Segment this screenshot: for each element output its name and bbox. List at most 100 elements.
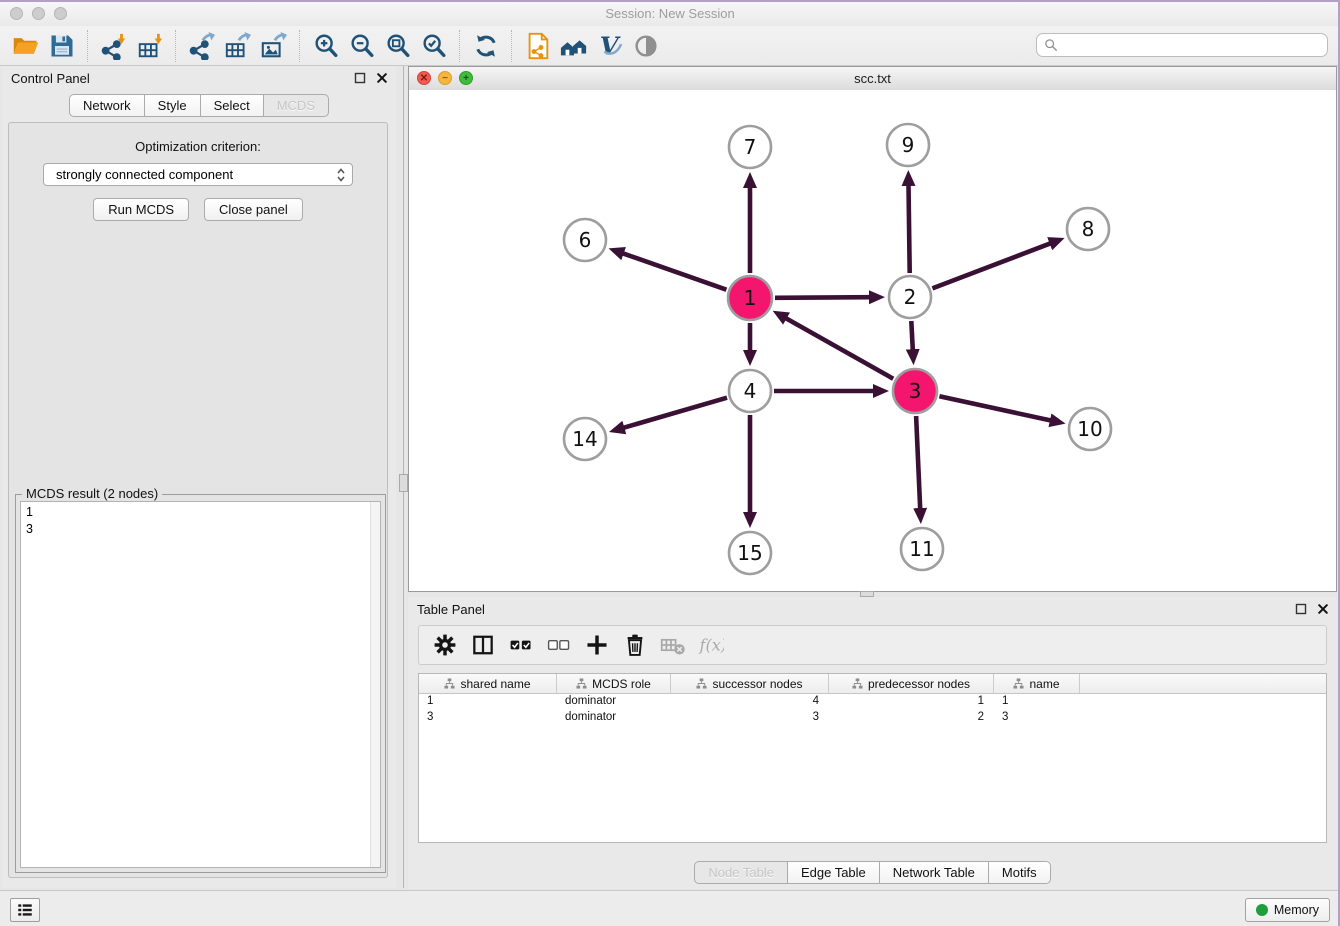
table-cell[interactable]: dominator [557,710,671,726]
save-session-button[interactable] [44,29,80,63]
show-hide-eye-button[interactable] [628,29,664,63]
graph-node-label: 14 [572,427,597,451]
column-header-MCDS-role[interactable]: MCDS role [557,674,671,693]
graph-node-11[interactable]: 11 [901,528,943,570]
table-cell[interactable]: 1 [994,694,1080,710]
graph-edge-2-8[interactable] [932,243,1050,288]
graph-edge-3-11[interactable] [916,416,920,509]
column-header-predecessor-nodes[interactable]: predecessor nodes [829,674,994,693]
tab-select[interactable]: Select [201,94,264,117]
graph-node-7[interactable]: 7 [729,126,771,168]
home-pair-button[interactable] [556,29,592,63]
column-header-label: name [1029,677,1059,691]
graph-node-10[interactable]: 10 [1069,408,1111,450]
import-table-button[interactable] [132,29,168,63]
close-panel-icon[interactable] [375,71,388,84]
open-file-button[interactable] [8,29,44,63]
graph-node-2[interactable]: 2 [889,276,931,318]
graph-node-8[interactable]: 8 [1067,208,1109,250]
import-network-button[interactable] [96,29,132,63]
export-table-button[interactable] [220,29,256,63]
table-cell[interactable]: 1 [829,694,994,710]
column-header-name[interactable]: name [994,674,1080,693]
graph-edge-4-14[interactable] [623,398,727,428]
mcds-result-text[interactable]: 1 3 [20,501,381,868]
graph-edge-3-1[interactable] [786,318,894,379]
zoom-out-button[interactable] [344,29,380,63]
graph-node-14[interactable]: 14 [564,418,606,460]
close-panel-button[interactable]: Close panel [204,198,303,221]
apply-layout-refresh-button[interactable] [468,29,504,63]
toolbar-separator [511,30,513,62]
delete-column-button[interactable] [619,629,651,661]
float-table-panel-icon[interactable] [1294,602,1307,615]
optimization-criterion-select[interactable]: strongly connected component [43,163,353,186]
graph-edge-2-9[interactable] [909,185,910,273]
table-settings-gear-button[interactable] [429,629,461,661]
graph-node-1[interactable]: 1 [728,276,772,320]
zoom-in-button[interactable] [308,29,344,63]
graph-node-15[interactable]: 15 [729,532,771,574]
table-row[interactable]: 1dominator411 [419,694,1326,710]
select-all-checks-icon [508,632,534,658]
search-input[interactable] [1062,35,1327,55]
table-cell[interactable]: 4 [671,694,829,710]
network-graph[interactable]: 7 9 6 8 1 2 4 3 14 10 15 11 [409,90,1336,591]
add-column-button[interactable] [581,629,613,661]
memory-button[interactable]: Memory [1245,898,1330,922]
vizmapper-v-button[interactable]: V [592,29,628,63]
graph-node-label: 1 [744,286,757,310]
graph-edge-1-2[interactable] [775,297,870,298]
split-panel-columns-icon [470,632,496,658]
split-panel-columns-button[interactable] [467,629,499,661]
svg-text:f(x): f(x) [699,635,724,654]
export-image-button[interactable] [256,29,292,63]
table-cell[interactable]: 3 [671,710,829,726]
graph-node-9[interactable]: 9 [887,124,929,166]
table-cell[interactable]: 3 [994,710,1080,726]
table-cell[interactable]: 2 [829,710,994,726]
tab-style[interactable]: Style [145,94,201,117]
zoom-fit-content-button[interactable] [380,29,416,63]
export-network-icon [188,32,216,60]
result-scrollbar[interactable] [370,502,380,867]
function-builder-fx-icon: f(x) [698,632,724,658]
vertical-splitter[interactable] [398,66,406,888]
tab-network-table[interactable]: Network Table [880,861,989,884]
column-header-successor-nodes[interactable]: successor nodes [671,674,829,693]
graph-edge-1-6[interactable] [623,253,727,289]
zoom-selected-button[interactable] [416,29,452,63]
tab-mcds[interactable]: MCDS [264,94,329,117]
tab-node-table[interactable]: Node Table [694,861,788,884]
graph-node-3[interactable]: 3 [893,369,937,413]
graph-node-label: 6 [579,228,592,252]
run-mcds-button[interactable]: Run MCDS [93,198,189,221]
table-cell[interactable]: dominator [557,694,671,710]
tab-motifs[interactable]: Motifs [989,861,1051,884]
export-network-button[interactable] [184,29,220,63]
tab-network[interactable]: Network [69,94,145,117]
column-type-icon [1013,678,1024,689]
graph-node-4[interactable]: 4 [729,370,771,412]
control-panel-title: Control Panel [11,71,90,86]
close-table-panel-icon[interactable] [1316,602,1329,615]
table-cell[interactable]: 3 [419,710,557,726]
vertical-splitter-handle[interactable] [399,474,408,492]
deselect-all-checks-button[interactable] [543,629,575,661]
graph-edge-3-10[interactable] [939,396,1051,420]
search-box [1036,33,1328,57]
network-canvas[interactable]: 7 9 6 8 1 2 4 3 14 10 15 11 [409,90,1336,591]
task-history-button[interactable] [10,898,40,922]
float-panel-icon[interactable] [353,71,366,84]
optimization-criterion-value: strongly connected component [56,167,233,182]
graph-edge-2-3[interactable] [911,321,913,350]
network-from-document-button[interactable] [520,29,556,63]
table-cell[interactable]: 1 [419,694,557,710]
graph-node-label: 3 [909,379,922,403]
tab-edge-table[interactable]: Edge Table [788,861,880,884]
graph-node-6[interactable]: 6 [564,219,606,261]
add-column-icon [584,632,610,658]
select-all-checks-button[interactable] [505,629,537,661]
column-header-shared-name[interactable]: shared name [419,674,557,693]
table-row[interactable]: 3dominator323 [419,710,1326,726]
